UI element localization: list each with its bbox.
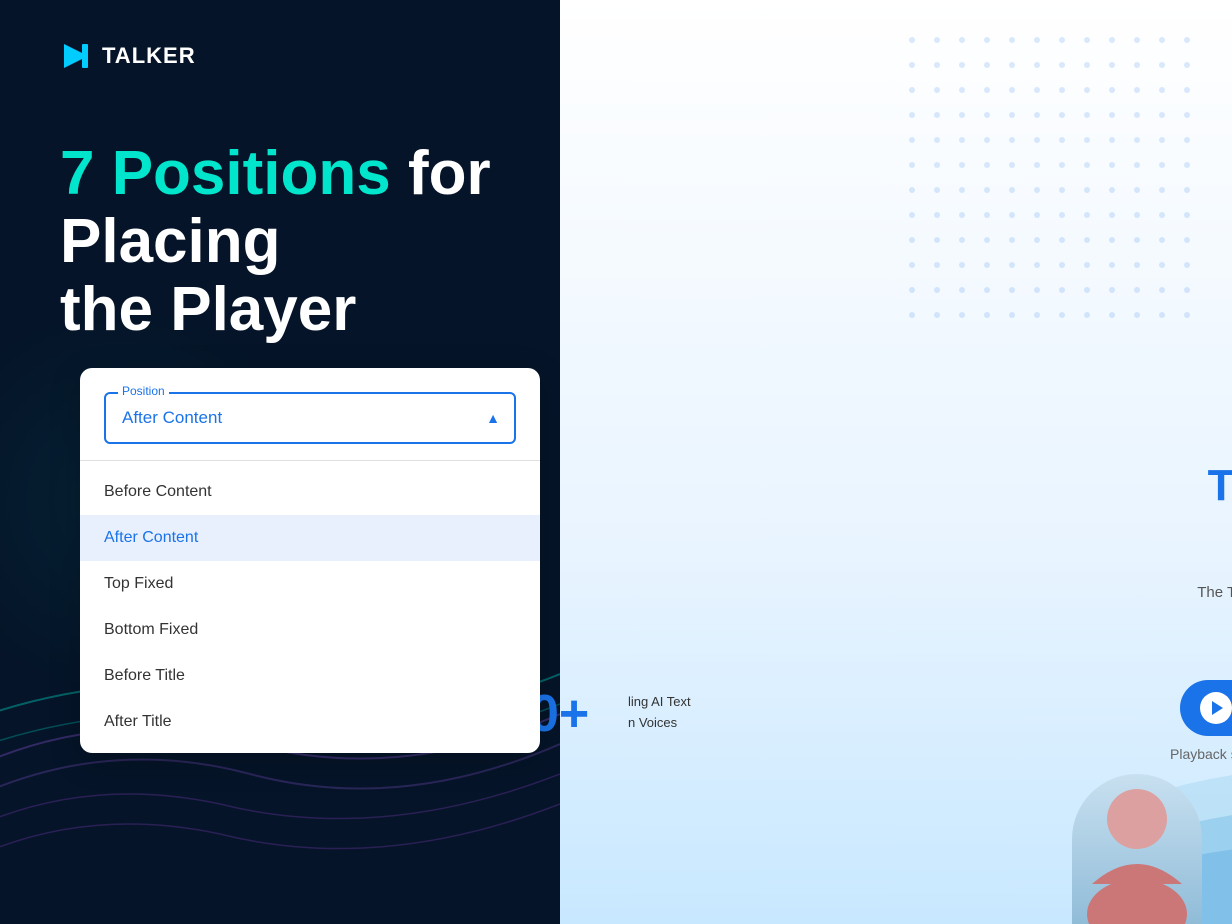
dropdown-divider <box>80 460 540 461</box>
dropdown-option-top-fixed[interactable]: Top Fixed <box>80 561 540 607</box>
dropdown-label: Position <box>118 384 169 398</box>
hero-title-line2: the Player <box>60 275 356 344</box>
audio-player[interactable]: 00:00 10:48 🔊 <box>1180 680 1232 736</box>
stat-line1: ling AI Text <box>628 694 691 709</box>
logo-area: TALKER <box>60 40 196 72</box>
dropdown-option-bottom-fixed[interactable]: Bottom Fixed <box>80 607 540 653</box>
right-main-content: Text-to-Speach MicrosoftAzure Plugin The… <box>1180 460 1232 627</box>
stat-label: ling AI Text n Voices <box>628 692 738 734</box>
hero-title: 7 Positions for Placing the Player <box>60 140 540 345</box>
playback-label: Playback speed: <box>1170 746 1232 762</box>
playback-speed-row: Playback speed: 0.5 x 0.75 x 1 x 1.25 x … <box>1170 740 1232 767</box>
chevron-up-icon: ▲ <box>486 410 500 426</box>
dropdown-selected-field[interactable]: Position After Content ▲ <box>104 392 516 444</box>
dropdown-option-before-content[interactable]: Before Content <box>80 469 540 515</box>
play-button[interactable] <box>1200 692 1232 724</box>
dropdown-option-after-content[interactable]: After Content <box>80 515 540 561</box>
dropdown-card: Position After Content ▲ Before Content … <box>80 368 540 753</box>
dropdown-option-before-title[interactable]: Before Title <box>80 653 540 699</box>
dropdown-selected-value: After Content <box>122 408 222 427</box>
right-heading-highlight: Text-to-Speach <box>1208 461 1232 510</box>
play-icon <box>60 40 92 72</box>
hero-highlight: 7 Positions <box>60 139 391 208</box>
left-panel: TALKER 7 Positions for Placing the Playe… <box>0 0 560 924</box>
logo-text: TALKER <box>102 43 196 69</box>
right-description: The Talker Plugin for WordPress is a too… <box>1180 582 1232 627</box>
dropdown-option-after-title[interactable]: After Title <box>80 699 540 745</box>
avatar <box>1072 774 1202 924</box>
stat-line2: n Voices <box>628 715 677 730</box>
dot-pattern <box>892 20 1212 340</box>
